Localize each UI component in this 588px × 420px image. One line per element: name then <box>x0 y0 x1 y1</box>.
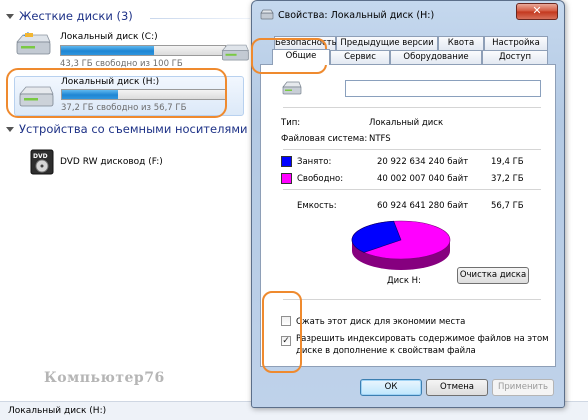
drive-c-item[interactable]: Локальный диск (C:) 43,3 ГБ свободно из … <box>14 32 244 72</box>
tab-customize[interactable]: Настройка <box>484 36 548 50</box>
free-label: Свободно: <box>297 174 344 184</box>
hard-drive-icon <box>221 44 249 61</box>
used-bytes: 20 922 634 240 байт <box>377 157 469 167</box>
tab-quota[interactable]: Квота <box>438 36 484 50</box>
removable-group-header[interactable]: Устройства со съемными носителями (1) <box>6 122 267 136</box>
used-space-swatch <box>281 156 292 167</box>
tab-hardware[interactable]: Оборудование <box>390 50 482 64</box>
capacity-bytes: 60 924 641 280 байт <box>377 201 469 211</box>
divider <box>283 189 541 190</box>
dvd-drive-icon: DVD <box>30 149 54 175</box>
disk-cleanup-button[interactable]: Очистка диска <box>457 267 529 284</box>
filesystem-value: NTFS <box>369 134 391 144</box>
tab-previous-versions[interactable]: Предыдущие версии <box>336 36 438 50</box>
compress-label: Сжать этот диск для экономии места <box>296 317 466 327</box>
used-size: 19,4 ГБ <box>491 157 524 167</box>
used-label: Занято: <box>297 157 332 167</box>
disk-usage-pie-chart <box>351 220 451 270</box>
drive-h-highlight <box>6 68 227 118</box>
index-label-line2: диске в дополнение к свойствам файла <box>296 346 476 356</box>
dvd-drive-item[interactable]: DVD DVD RW дисковод (F:) <box>30 149 230 179</box>
collapse-arrow-icon[interactable] <box>6 126 14 132</box>
watermark: Компьютер76 <box>44 370 165 386</box>
dvd-drive-name: DVD RW дисковод (F:) <box>60 157 163 167</box>
hard-drives-group-header[interactable]: Жесткие диски (3) <box>6 9 133 23</box>
free-size: 37,2 ГБ <box>491 174 524 184</box>
filesystem-label: Файловая система: <box>281 134 368 144</box>
tab-tools[interactable]: Сервис <box>330 50 390 64</box>
capacity-size: 56,7 ГБ <box>491 201 524 211</box>
general-tab-panel: Тип: Локальный диск Файловая система: NT… <box>260 64 556 367</box>
tab-general[interactable]: Общие <box>272 49 330 65</box>
hard-drive-icon <box>16 32 51 55</box>
drive-c-usage-bar <box>60 45 226 56</box>
divider <box>283 299 541 300</box>
divider <box>283 107 541 108</box>
dialog-title: Свойства: Локальный диск (H:) <box>278 10 435 21</box>
drive-c-name: Локальный диск (C:) <box>60 32 158 42</box>
cancel-button[interactable]: Отмена <box>426 379 488 396</box>
tab-sharing[interactable]: Доступ <box>482 50 548 64</box>
ok-button[interactable]: ОК <box>360 379 422 396</box>
close-icon: ✕ <box>532 4 542 17</box>
type-value: Локальный диск <box>369 118 444 128</box>
disk-label: Диск H: <box>387 276 421 286</box>
hard-drives-header-label: Жесткие диски (3) <box>19 9 133 23</box>
status-bar-text: Локальный диск (H:) <box>8 406 107 416</box>
capacity-label: Емкость: <box>297 201 337 211</box>
hard-drive-icon <box>282 81 302 95</box>
divider <box>283 149 541 150</box>
free-bytes: 40 002 007 040 байт <box>377 174 469 184</box>
drive-name-input[interactable] <box>345 80 541 97</box>
removable-header-label: Устройства со съемными носителями (1) <box>19 122 268 136</box>
index-label-line1: Разрешить индексировать содержимое файло… <box>296 334 549 344</box>
drive-c-usage-fill <box>61 46 155 55</box>
type-label: Тип: <box>281 118 301 128</box>
checkbox-highlight <box>262 291 302 373</box>
free-space-swatch <box>281 173 292 184</box>
collapse-arrow-icon[interactable] <box>6 13 14 19</box>
group-divider <box>150 18 250 19</box>
svg-text:DVD: DVD <box>33 153 48 160</box>
drive-title-icon <box>260 9 274 20</box>
close-button[interactable]: ✕ <box>516 3 558 20</box>
apply-button[interactable]: Применить <box>492 379 554 396</box>
